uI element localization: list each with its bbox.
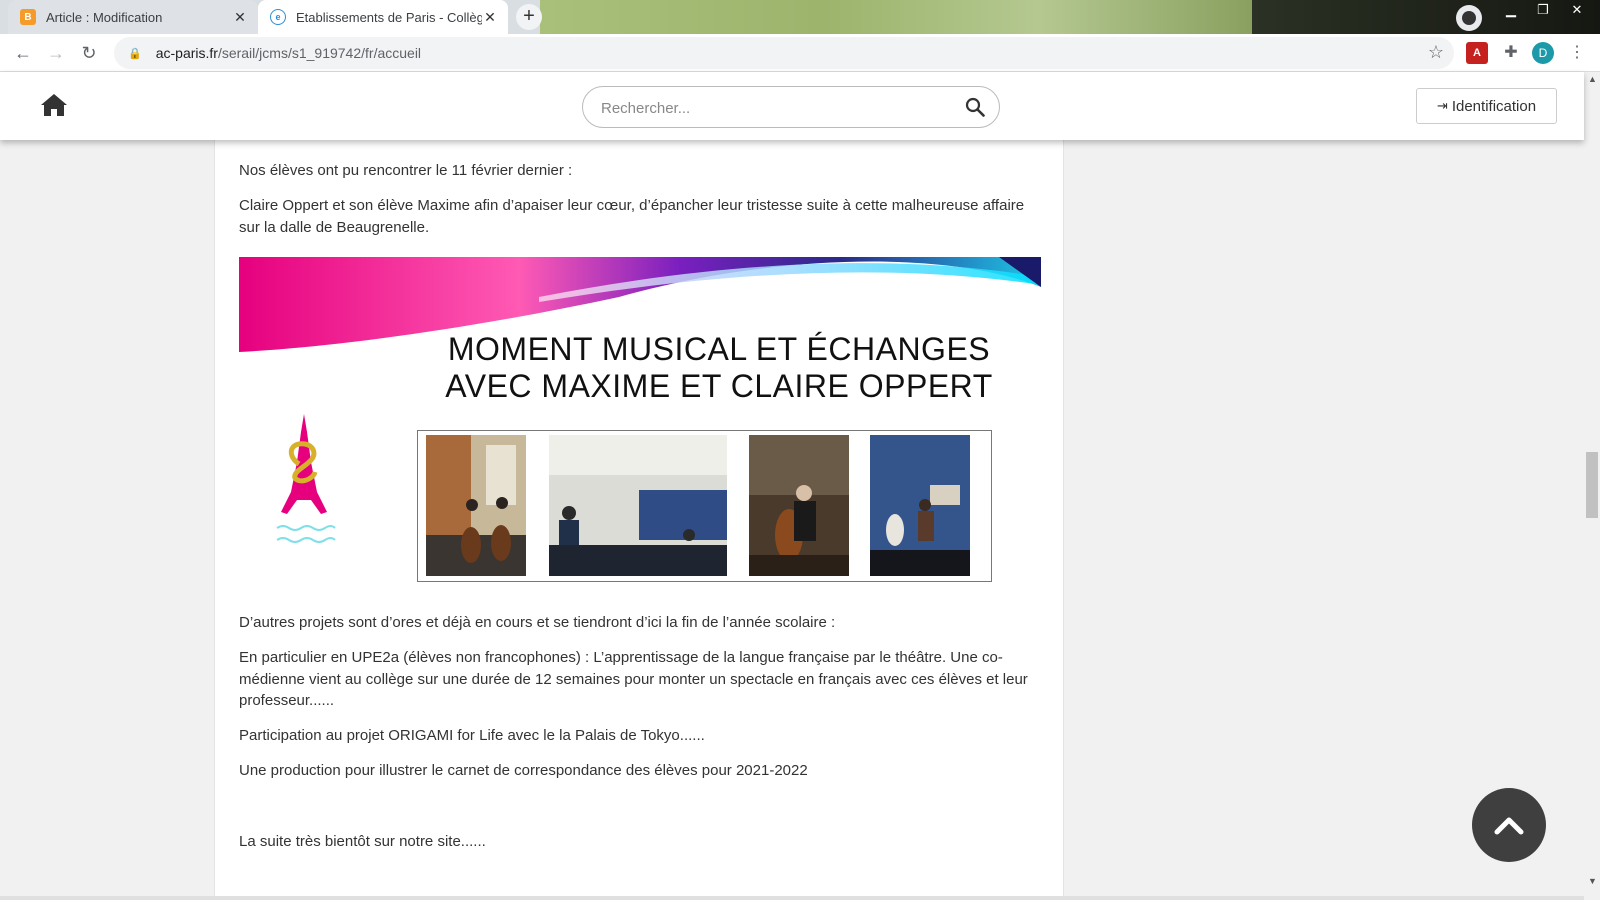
article-paragraph: Nos élèves ont pu rencontrer le 11 févri… (239, 162, 573, 179)
scrollbar-thumb[interactable] (1586, 452, 1598, 518)
audience-photo (549, 435, 727, 576)
scroll-up-arrow-icon[interactable]: ▲ (1588, 74, 1597, 84)
new-tab-button[interactable]: + (516, 4, 542, 30)
cellist-photo (749, 435, 849, 576)
tab-title: Etablissements de Paris - Collège (296, 9, 482, 25)
back-button[interactable]: ← (10, 41, 36, 65)
window-background-image (540, 0, 1252, 34)
bookmark-star-icon[interactable]: ☆ (1428, 42, 1444, 63)
login-button[interactable]: ⇥ Identification (1416, 88, 1557, 124)
browser-toolbar: ← → ↻ 🔒 ac-paris.fr/serail/jcms/s1_91974… (0, 34, 1600, 72)
browser-menu-icon[interactable]: ⋮ (1566, 42, 1588, 64)
article-paragraph: D’autres projets sont d’ores et déjà en … (239, 614, 836, 631)
restore-button[interactable]: ❐ (1528, 0, 1558, 22)
ac-paris-icon: e (270, 9, 286, 25)
login-label: Identification (1451, 97, 1537, 115)
tab-title: Article : Modification (46, 9, 163, 25)
reload-button[interactable]: ↻ (76, 41, 102, 65)
article-paragraph: Claire Oppert et son élève Maxime afin d… (239, 197, 1025, 236)
minimize-button[interactable]: ▁ (1496, 0, 1526, 22)
search-box (582, 86, 1000, 128)
article-content: Nos élèves ont pu rencontrer le 11 févri… (214, 140, 1064, 900)
college-logo-eiffel-tower-icon (276, 414, 336, 543)
back-to-top-button[interactable] (1472, 788, 1546, 862)
article-paragraph: Participation au projet ORIGAMI for Life… (239, 727, 705, 744)
forward-button[interactable]: → (43, 41, 69, 65)
blogger-icon: B (20, 9, 36, 25)
close-icon[interactable]: ✕ (482, 9, 498, 26)
sign-in-icon: ⇥ (1436, 98, 1448, 113)
tab-strip: B Article : Modification ✕ e Etablisseme… (0, 0, 1600, 34)
page-bottom-edge (0, 896, 1584, 900)
concert-photo (426, 435, 526, 576)
page-scrollbar[interactable]: ▲ ▼ (1584, 72, 1600, 900)
photo-strip (417, 430, 992, 582)
article-paragraph: Une production pour illustrer le carnet … (239, 762, 808, 779)
profile-avatar[interactable]: D (1532, 42, 1554, 64)
tab-search-button[interactable] (1456, 5, 1482, 31)
tab-article-modification[interactable]: B Article : Modification ✕ (8, 0, 258, 34)
event-banner-image: MOMENT MUSICAL ET ÉCHANGES AVEC MAXIME E… (239, 257, 1041, 587)
address-bar[interactable]: 🔒 ac-paris.fr/serail/jcms/s1_919742/fr/a… (114, 37, 1454, 69)
extensions-puzzle-icon[interactable]: ✚ (1500, 42, 1522, 64)
pdf-extension-icon[interactable]: A (1466, 42, 1488, 64)
banner-title: MOMENT MUSICAL ET ÉCHANGES AVEC MAXIME E… (445, 331, 993, 404)
chevron-down-icon (1462, 11, 1476, 25)
site-header: ⇥ Identification (0, 72, 1584, 140)
lock-icon: 🔒 (128, 47, 142, 60)
scroll-down-arrow-icon[interactable]: ▼ (1588, 876, 1597, 886)
close-window-button[interactable]: ✕ (1562, 0, 1592, 22)
home-icon[interactable] (40, 92, 68, 118)
search-input[interactable] (601, 97, 941, 119)
url-text: ac-paris.fr/serail/jcms/s1_919742/fr/acc… (155, 45, 422, 61)
search-icon[interactable] (965, 97, 985, 117)
speaker-photo (870, 435, 970, 576)
tab-etablissements-paris[interactable]: e Etablissements de Paris - Collège ✕ (258, 0, 508, 34)
chevron-up-icon (1494, 817, 1524, 835)
close-icon[interactable]: ✕ (232, 9, 248, 26)
article-paragraph: En particulier en UPE2a (élèves non fran… (239, 649, 1028, 709)
article-paragraph: La suite très bientôt sur notre site....… (239, 833, 486, 850)
